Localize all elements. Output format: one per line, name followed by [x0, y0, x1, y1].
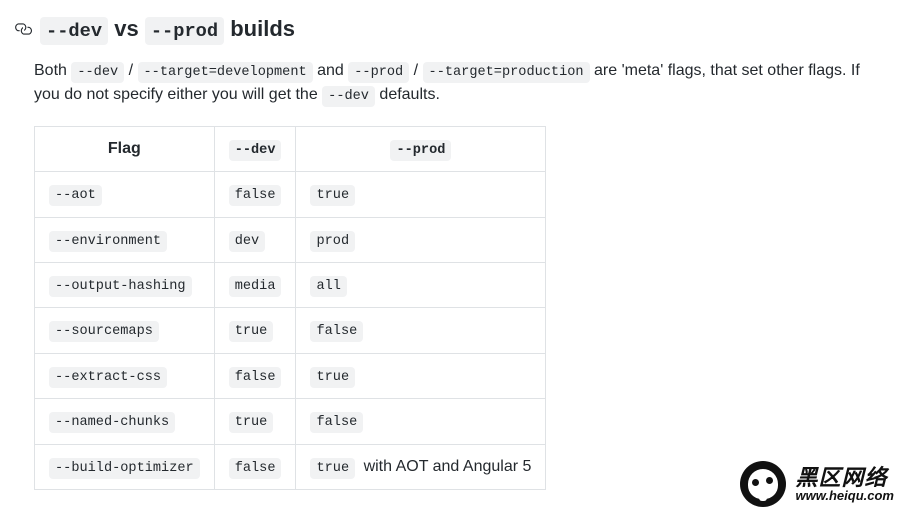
table-row: --extract-css false true — [35, 353, 546, 398]
table-row: --sourcemaps true false — [35, 308, 546, 353]
dev-value: media — [229, 276, 282, 297]
flags-table: Flag --dev --prod --aot false true --enviro… — [34, 126, 546, 490]
col-prod: --prod — [296, 126, 546, 171]
watermark-title: 黑区网络 — [796, 466, 894, 489]
flag-name: --sourcemaps — [49, 321, 159, 342]
watermark: 黑区网络 www.heiqu.com — [740, 461, 894, 507]
heading-code-prod: --prod — [145, 17, 224, 45]
flag-name: --environment — [49, 231, 167, 252]
heading-text: --dev vs --prod builds — [40, 12, 295, 45]
flag-name: --build-optimizer — [49, 458, 200, 479]
flag-name: --output-hashing — [49, 276, 192, 297]
prod-value: true — [310, 458, 355, 479]
flag-name: --aot — [49, 185, 102, 206]
dev-value: false — [229, 185, 282, 206]
prod-suffix: with AOT and Angular 5 — [359, 458, 531, 475]
prod-value: all — [310, 276, 346, 297]
prod-value: true — [310, 367, 355, 388]
table-header-row: Flag --dev --prod — [35, 126, 546, 171]
flag-name: --extract-css — [49, 367, 167, 388]
dev-value: false — [229, 367, 282, 388]
dev-value: true — [229, 321, 274, 342]
dev-value: true — [229, 412, 274, 433]
prod-value: false — [310, 321, 363, 342]
intro-paragraph: Both --dev / --target=development and --… — [34, 59, 876, 108]
table-row: --environment dev prod — [35, 217, 546, 262]
heading-code-dev: --dev — [40, 17, 108, 45]
table-row: --named-chunks true false — [35, 399, 546, 444]
prod-value: prod — [310, 231, 355, 252]
link-icon[interactable] — [14, 20, 32, 38]
table-row: --aot false true — [35, 172, 546, 217]
col-flag: Flag — [35, 126, 215, 171]
prod-value: false — [310, 412, 363, 433]
col-dev: --dev — [214, 126, 296, 171]
watermark-url: www.heiqu.com — [796, 489, 894, 503]
section-heading: --dev vs --prod builds — [14, 12, 876, 45]
flag-name: --named-chunks — [49, 412, 175, 433]
dev-value: false — [229, 458, 282, 479]
table-row: --output-hashing media all — [35, 263, 546, 308]
prod-value: true — [310, 185, 355, 206]
dev-value: dev — [229, 231, 265, 252]
table-row: --build-optimizer false true with AOT and … — [35, 444, 546, 489]
mushroom-icon — [740, 461, 786, 507]
